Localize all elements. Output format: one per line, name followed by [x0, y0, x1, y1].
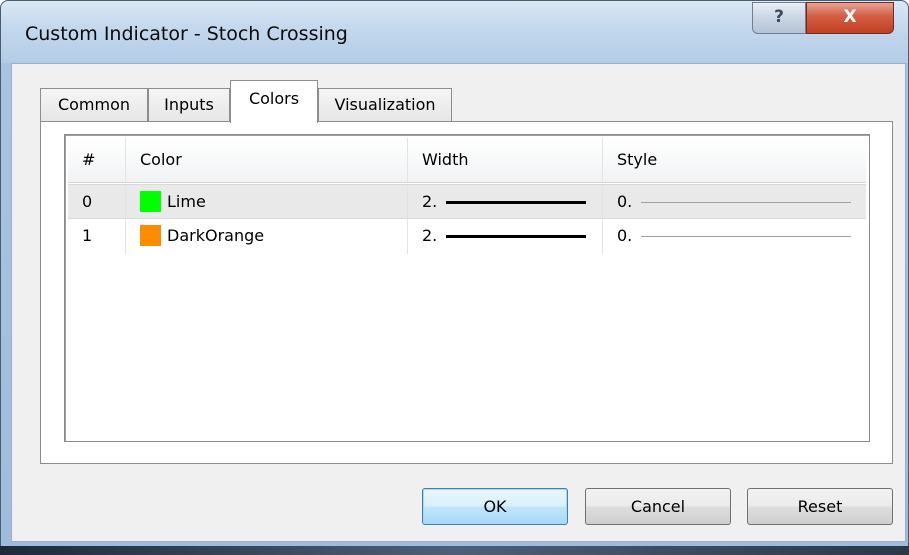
- tab-colors[interactable]: Colors: [230, 80, 318, 123]
- width-line-sample: [446, 201, 586, 204]
- column-header-label: #: [82, 150, 96, 169]
- tab-label: Colors: [248, 89, 300, 108]
- cancel-button-label: Cancel: [630, 497, 686, 516]
- table-row[interactable]: 0 Lime 2. 0.: [68, 184, 866, 220]
- list-header: # Color Width Style: [68, 138, 866, 183]
- colors-tab-panel: # Color Width Style 0 Lime 2. 0. 1 DarkO…: [40, 121, 893, 464]
- color-name: DarkOrange: [167, 226, 265, 245]
- reset-button[interactable]: Reset: [747, 488, 893, 525]
- column-header-index[interactable]: #: [68, 138, 126, 182]
- tab-common[interactable]: Common: [40, 88, 148, 122]
- row-style-cell[interactable]: 0.: [603, 219, 866, 254]
- style-line-sample: [641, 236, 851, 237]
- row-color-cell[interactable]: Lime: [126, 185, 408, 220]
- tab-visualization[interactable]: Visualization: [318, 88, 452, 122]
- table-row[interactable]: 1 DarkOrange 2. 0.: [68, 219, 866, 254]
- dialog-client-area: Common Inputs Colors Visualization # Col…: [11, 63, 906, 542]
- row-index-text: 1: [82, 226, 93, 245]
- row-style-cell[interactable]: 0.: [603, 185, 866, 220]
- column-header-label: Width: [422, 150, 469, 169]
- style-value: 0.: [617, 192, 633, 211]
- cancel-button[interactable]: Cancel: [585, 488, 731, 525]
- row-index-text: 0: [82, 192, 93, 211]
- help-icon: ?: [774, 7, 784, 27]
- tab-label: Visualization: [334, 95, 436, 114]
- row-width-cell[interactable]: 2.: [408, 185, 603, 220]
- ok-button-label: OK: [483, 497, 507, 516]
- window-title: Custom Indicator - Stoch Crossing: [25, 23, 348, 45]
- row-index: 0: [68, 185, 126, 220]
- title-bar[interactable]: Custom Indicator - Stoch Crossing ? X: [1, 1, 908, 63]
- column-header-style[interactable]: Style: [603, 138, 866, 182]
- row-color-cell[interactable]: DarkOrange: [126, 219, 408, 254]
- tab-inputs[interactable]: Inputs: [148, 88, 230, 122]
- column-header-label: Color: [140, 150, 182, 169]
- style-line-sample: [641, 202, 851, 203]
- width-value: 2.: [422, 192, 438, 211]
- colors-list[interactable]: # Color Width Style 0 Lime 2. 0. 1 DarkO…: [64, 134, 870, 442]
- column-header-label: Style: [617, 150, 658, 169]
- dialog-window: Custom Indicator - Stoch Crossing ? X Co…: [0, 0, 909, 555]
- tab-label: Inputs: [164, 95, 214, 114]
- row-width-cell[interactable]: 2.: [408, 219, 603, 254]
- column-header-color[interactable]: Color: [126, 138, 408, 182]
- width-line-sample: [446, 235, 586, 238]
- color-name: Lime: [167, 192, 206, 211]
- width-value: 2.: [422, 226, 438, 245]
- background-strip: [0, 546, 909, 555]
- reset-button-label: Reset: [797, 497, 843, 516]
- close-icon: X: [843, 7, 857, 27]
- row-index: 1: [68, 219, 126, 254]
- style-value: 0.: [617, 226, 633, 245]
- close-button[interactable]: X: [806, 2, 894, 34]
- column-header-width[interactable]: Width: [408, 138, 603, 182]
- ok-button[interactable]: OK: [422, 488, 568, 525]
- color-swatch-lime: [140, 190, 161, 212]
- color-swatch-darkorange: [140, 224, 161, 246]
- help-button[interactable]: ?: [752, 2, 806, 34]
- tab-label: Common: [57, 95, 131, 114]
